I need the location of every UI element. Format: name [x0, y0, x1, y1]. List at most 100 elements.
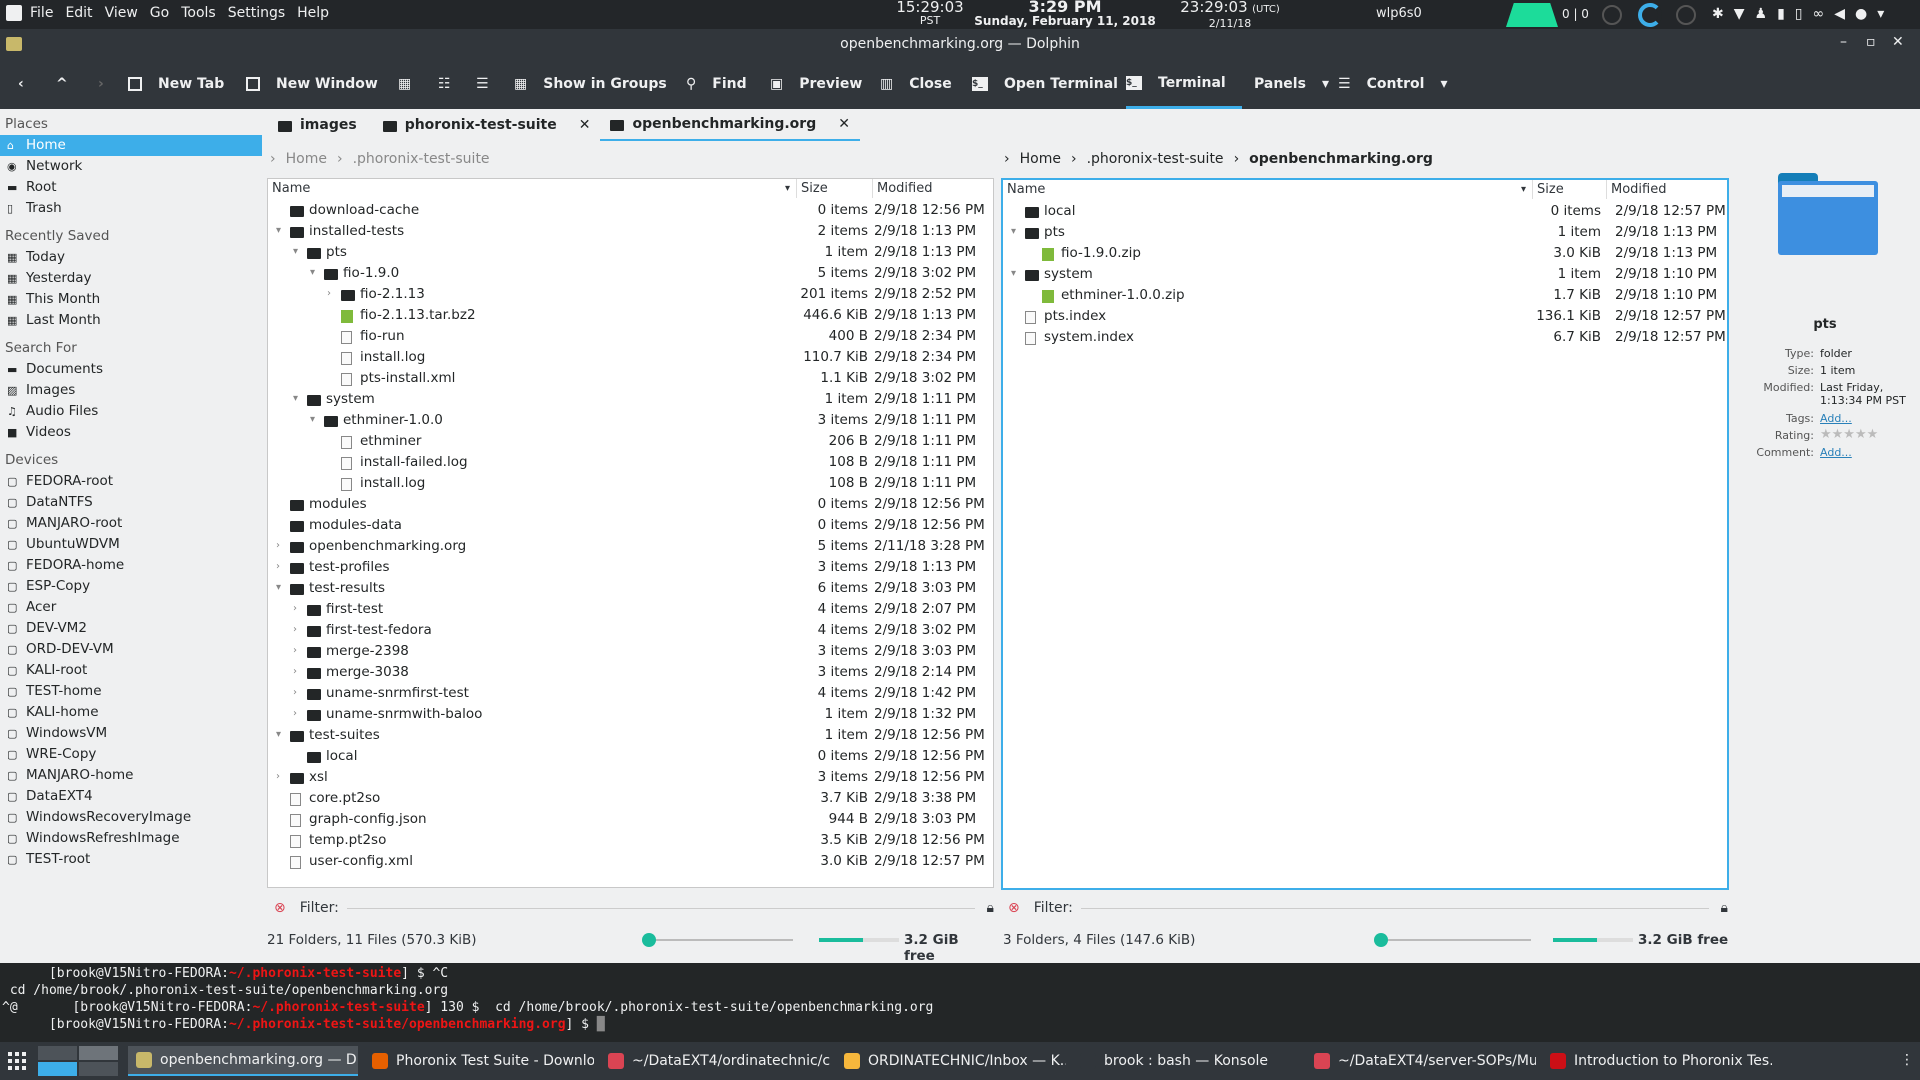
folder-row[interactable]: ▾ fio-1.9.0 5 items 2/9/18 3:02 PM [268, 263, 993, 284]
left-file-view[interactable]: Name ▾ Size Modified download-cache 0 item… [267, 178, 994, 888]
wifi-icon[interactable]: ▼ [1734, 6, 1745, 22]
up-button[interactable]: ^ [56, 59, 68, 109]
filter-input[interactable] [1080, 907, 1709, 909]
search-documents[interactable]: ▬ Documents [0, 359, 262, 380]
collapse-icon[interactable]: ▾ [1011, 226, 1016, 237]
folder-row[interactable]: › openbenchmarking.org 5 items 2/11/18 3:28… [268, 536, 993, 557]
file-row[interactable]: core.pt2so 3.7 KiB 2/9/18 3:38 PM [268, 788, 993, 809]
lock-icon[interactable]: 🔒︎ [1721, 900, 1728, 916]
folder-row[interactable]: › uname-snrmwith-baloo 1 item 2/9/18 1:32 P… [268, 704, 993, 725]
tab-openbenchmarking[interactable]: openbenchmarking.org ✕ [600, 109, 860, 141]
folder-row[interactable]: modules-data 0 items 2/9/18 12:56 PM [268, 515, 993, 536]
folder-row[interactable]: ▾ pts 1 item 2/9/18 1:13 PM [1003, 222, 1727, 243]
bluetooth-icon[interactable]: ✱ [1712, 6, 1724, 22]
file-row[interactable]: fio-2.1.13.tar.bz2 446.6 KiB 2/9/18 1:13 P… [268, 305, 993, 326]
clock-pst[interactable]: 15:29:03 PST [890, 0, 970, 28]
recent-today[interactable]: ▦ Today [0, 247, 262, 268]
folder-row[interactable]: ▾ pts 1 item 2/9/18 1:13 PM [268, 242, 993, 263]
clock-local[interactable]: 3:29 PM Sunday, February 11, 2018 [965, 0, 1165, 28]
device-kali-home[interactable]: ▢ KALI-home [0, 702, 262, 723]
clear-filter-icon[interactable]: ⊗ [274, 900, 286, 916]
collapse-icon[interactable]: ▾ [276, 225, 281, 236]
expand-icon[interactable]: › [276, 540, 280, 551]
link-icon[interactable]: ∞ [1813, 6, 1825, 22]
tray-expand-icon[interactable]: ▾ [1877, 6, 1884, 22]
new-tab-button[interactable]: New Tab [128, 59, 224, 109]
menu-go[interactable]: Go [150, 5, 169, 21]
column-modified-header[interactable]: Modified [873, 179, 993, 198]
expand-icon[interactable]: › [293, 603, 297, 614]
zoom-slider-handle[interactable] [642, 933, 656, 947]
new-window-button[interactable]: New Window [246, 59, 378, 109]
tab-images[interactable]: images [268, 109, 367, 141]
expand-icon[interactable]: › [293, 666, 297, 677]
place-home[interactable]: ⌂ Home [0, 135, 262, 156]
column-name-header[interactable]: Name ▾ [1003, 180, 1533, 199]
clock-utc[interactable]: 23:29:03 (UTC) 2/11/18 [1170, 0, 1290, 31]
device-windowsvm[interactable]: ▢ WindowsVM [0, 723, 262, 744]
task-4[interactable]: brook : bash — Konsole [1072, 1046, 1302, 1076]
menu-help[interactable]: Help [297, 5, 329, 21]
collapse-icon[interactable]: ▾ [293, 393, 298, 404]
device-dev-vm2[interactable]: ▢ DEV-VM2 [0, 618, 262, 639]
column-name-header[interactable]: Name ▾ [268, 179, 797, 198]
expand-icon[interactable]: › [293, 687, 297, 698]
device-windowsrefreshimage[interactable]: ▢ WindowsRefreshImage [0, 828, 262, 849]
battery-icon[interactable]: ▯ [1795, 6, 1803, 22]
column-size-header[interactable]: Size [797, 179, 873, 198]
tags-add-link[interactable]: Add... [1820, 412, 1920, 425]
search-videos[interactable]: ■ Videos [0, 422, 262, 443]
folder-row[interactable]: ▾ installed-tests 2 items 2/9/18 1:13 PM [268, 221, 993, 242]
task-1[interactable]: Phoronix Test Suite - Downlo... [364, 1046, 594, 1076]
device-windowsrecoveryimage[interactable]: ▢ WindowsRecoveryImage [0, 807, 262, 828]
file-row[interactable]: install-failed.log 108 B 2/9/18 1:11 PM [268, 452, 993, 473]
zoom-slider[interactable] [1381, 939, 1531, 941]
file-row[interactable]: temp.pt2so 3.5 KiB 2/9/18 12:56 PM [268, 830, 993, 851]
device-esp-copy[interactable]: ▢ ESP-Copy [0, 576, 262, 597]
right-file-view[interactable]: Name ▾ Size Modified local 0 items 2/9/18 1… [1001, 178, 1729, 890]
compact-view-button[interactable]: ☷ [438, 59, 451, 109]
file-row[interactable]: install.log 108 B 2/9/18 1:11 PM [268, 473, 993, 494]
tab-close-icon[interactable]: ✕ [838, 116, 850, 132]
search-images[interactable]: ▨ Images [0, 380, 262, 401]
icons-view-button[interactable]: ▦ [398, 59, 411, 109]
zoom-slider[interactable] [643, 939, 793, 941]
file-row[interactable]: ethminer-1.0.0.zip 1.7 KiB 2/9/18 1:10 PM [1003, 285, 1727, 306]
file-row[interactable]: fio-1.9.0.zip 3.0 KiB 2/9/18 1:13 PM [1003, 243, 1727, 264]
folder-row[interactable]: local 0 items 2/9/18 12:56 PM [268, 746, 993, 767]
expand-icon[interactable]: › [293, 645, 297, 656]
device-ord-dev-vm[interactable]: ▢ ORD-DEV-VM [0, 639, 262, 660]
folder-row[interactable]: ▾ test-suites 1 item 2/9/18 12:56 PM [268, 725, 993, 746]
place-root[interactable]: ▬ Root [0, 177, 262, 198]
expand-icon[interactable]: › [276, 771, 280, 782]
file-row[interactable]: install.log 110.7 KiB 2/9/18 2:34 PM [268, 347, 993, 368]
clipboard-icon[interactable]: ▮ [1777, 6, 1785, 22]
device-manjaro-root[interactable]: ▢ MANJARO-root [0, 513, 262, 534]
folder-row[interactable]: local 0 items 2/9/18 12:57 PM [1003, 201, 1727, 222]
clear-filter-icon[interactable]: ⊗ [1008, 900, 1020, 916]
find-button[interactable]: ⚲ Find [686, 59, 747, 109]
tab-close-icon[interactable]: ✕ [579, 117, 591, 133]
collapse-icon[interactable]: ▾ [276, 582, 281, 593]
file-row[interactable]: pts-install.xml 1.1 KiB 2/9/18 3:02 PM [268, 368, 993, 389]
menu-file[interactable]: File [30, 5, 53, 21]
menu-settings[interactable]: Settings [228, 5, 285, 21]
task-2[interactable]: ~/DataEXT4/ordinatechnic/c... [600, 1046, 830, 1076]
expand-icon[interactable]: › [293, 708, 297, 719]
menu-tools[interactable]: Tools [181, 5, 216, 21]
folder-row[interactable]: › uname-snrmfirst-test 4 items 2/9/18 1:42 … [268, 683, 993, 704]
pager[interactable] [38, 1046, 118, 1076]
device-test-root[interactable]: ▢ TEST-root [0, 849, 262, 870]
minimize-icon[interactable]: – [1840, 34, 1847, 50]
task-6[interactable]: Introduction to Phoronix Tes... [1542, 1046, 1772, 1076]
folder-row[interactable]: ▾ test-results 6 items 2/9/18 3:03 PM [268, 578, 993, 599]
preview-button[interactable]: ▣ Preview [770, 59, 862, 109]
device-datantfs[interactable]: ▢ DataNTFS [0, 492, 262, 513]
folder-row[interactable]: › xsl 3 items 2/9/18 12:56 PM [268, 767, 993, 788]
recent-last-month[interactable]: ▦ Last Month [0, 310, 262, 331]
breadcrumb-current[interactable]: openbenchmarking.org [1249, 151, 1433, 167]
taskbar-menu-icon[interactable]: ⋮ [1900, 1052, 1914, 1068]
folder-row[interactable]: › merge-2398 3 items 2/9/18 3:03 PM [268, 641, 993, 662]
device-dataext4[interactable]: ▢ DataEXT4 [0, 786, 262, 807]
breadcrumb-home[interactable]: Home [1020, 151, 1061, 167]
